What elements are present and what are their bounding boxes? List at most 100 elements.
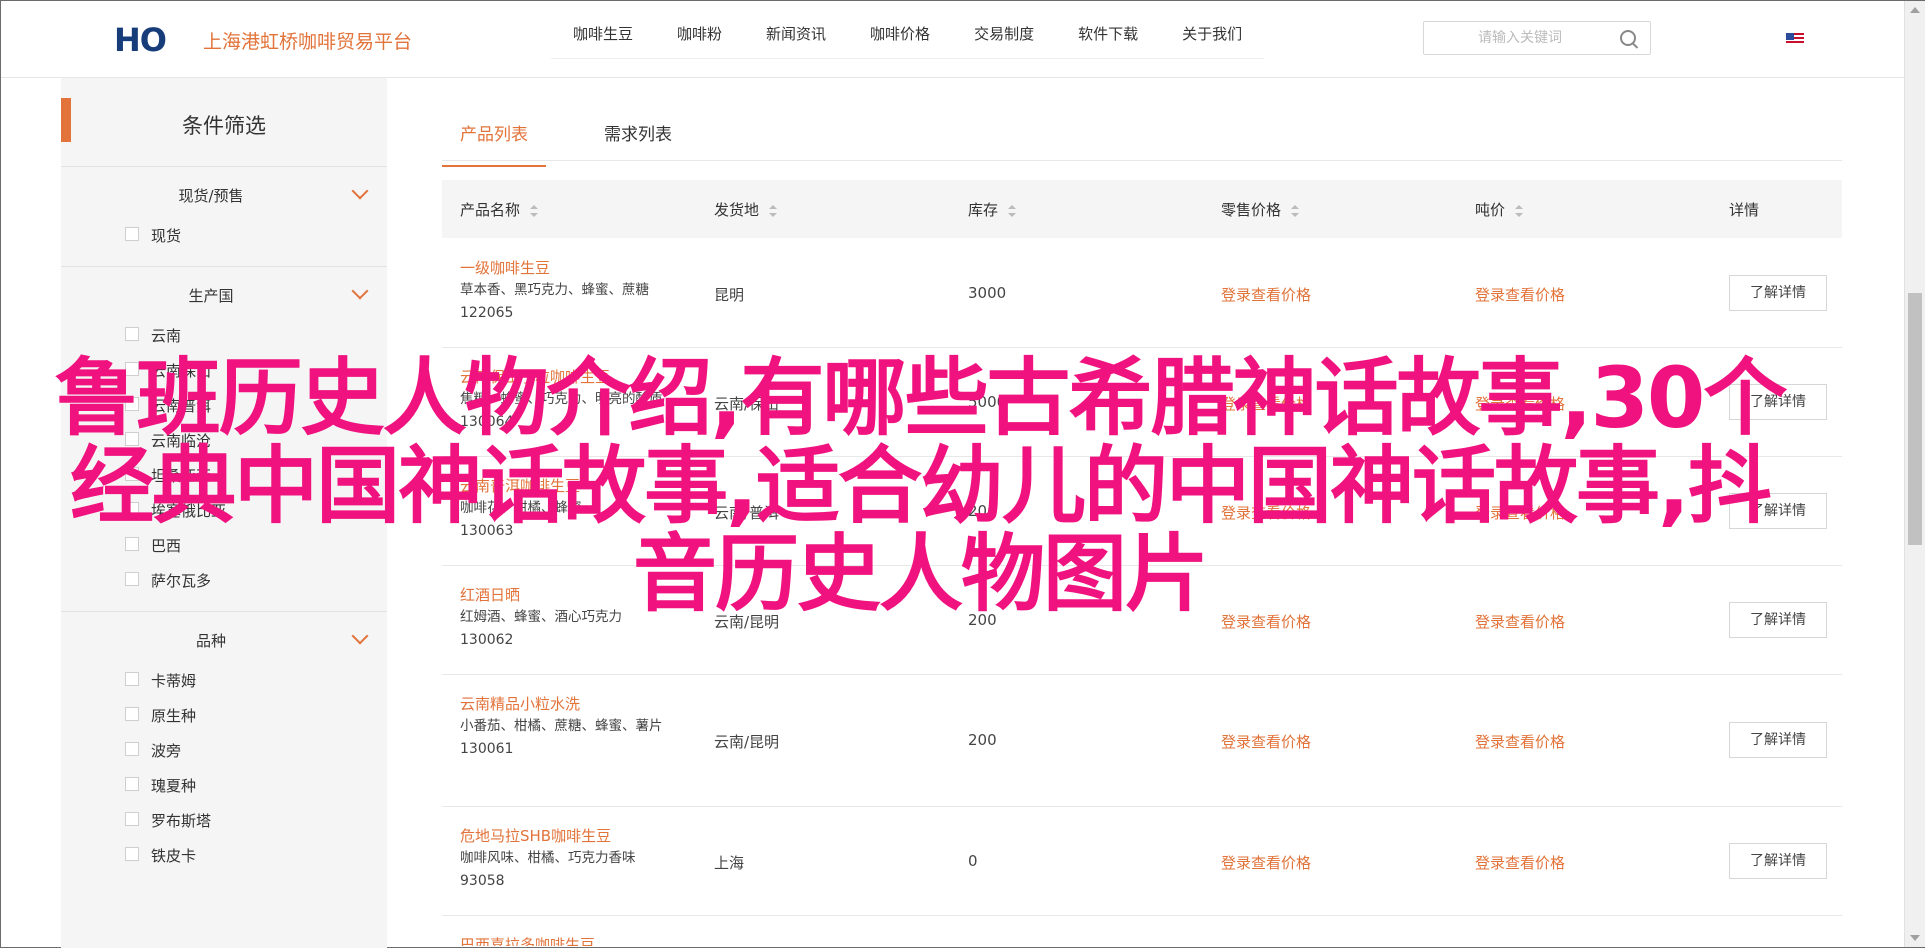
site-name[interactable]: 上海港虹桥咖啡贸易平台 <box>203 27 412 54</box>
main-nav: 咖啡生豆 咖啡粉 新闻资讯 咖啡价格 交易制度 软件下载 关于我们 <box>551 23 1265 59</box>
product-flavor-notes: 小番茄、柑橘、蔗糖、蜂蜜、薯片 <box>460 718 663 734</box>
checkbox[interactable] <box>125 742 139 756</box>
product-cell: 一级咖啡生豆 草本香、黑巧克力、蜂蜜、蔗糖 122065 <box>460 257 680 325</box>
filter-option[interactable]: 瑰夏种 <box>61 769 387 804</box>
login-to-view-ton-price-link[interactable]: 登录查看价格 <box>1475 731 1565 752</box>
details-button[interactable]: 了解详情 <box>1729 275 1827 311</box>
filter-option-label: 波旁 <box>151 742 182 760</box>
filter-option[interactable]: 波旁 <box>61 734 387 769</box>
origin-cell: 上海 <box>714 854 745 872</box>
sort-icon[interactable] <box>1515 204 1524 217</box>
sort-icon[interactable] <box>1291 204 1300 217</box>
login-to-view-retail-price-link[interactable]: 登录查看价格 <box>1221 731 1311 752</box>
search-box <box>1423 21 1651 55</box>
checkbox[interactable] <box>125 227 139 241</box>
login-to-view-ton-price-link[interactable]: 登录查看价格 <box>1475 852 1565 873</box>
login-to-view-ton-price-link[interactable]: 登录查看价格 <box>1475 284 1565 305</box>
filter-option-label: 卡蒂姆 <box>151 672 197 690</box>
scroll-down-icon[interactable] <box>1910 935 1920 941</box>
product-cell: 危地马拉SHB咖啡生豆 咖啡风味、柑橘、巧克力香味 93058 <box>460 825 680 893</box>
filter-option-label: 铁皮卡 <box>151 847 197 865</box>
filter-group-variety: 品种 卡蒂姆 原生种 波旁 瑰夏种 罗布斯塔 铁皮卡 <box>61 612 387 874</box>
table-header: 产品名称 发货地 库存 零售价格 吨价 详情 <box>442 180 1842 238</box>
nav-item-coffee-powder[interactable]: 咖啡粉 <box>677 23 722 44</box>
product-cell: 云南精品小粒水洗 小番茄、柑橘、蔗糖、蜂蜜、薯片 130061 <box>460 693 680 761</box>
filter-option-label: 罗布斯塔 <box>151 812 212 830</box>
details-button[interactable]: 了解详情 <box>1729 843 1827 879</box>
table-row: 危地马拉SHB咖啡生豆 咖啡风味、柑橘、巧克力香味 93058 上海 0 登录查… <box>442 807 1842 916</box>
column-header-stock[interactable]: 库存 <box>968 199 1017 220</box>
sort-icon[interactable] <box>1008 204 1017 217</box>
site-header: HO 上海港虹桥咖啡贸易平台 咖啡生豆 咖啡粉 新闻资讯 咖啡价格 交易制度 软… <box>1 1 1904 78</box>
filter-option[interactable]: 罗布斯塔 <box>61 804 387 839</box>
tab-product-list[interactable]: 产品列表 <box>442 120 546 167</box>
filter-group-label: 现货/预售 <box>178 187 244 205</box>
product-code: 130062 <box>460 632 514 648</box>
vertical-scrollbar[interactable] <box>1904 1 1925 947</box>
filter-option-label: 现货 <box>151 227 182 245</box>
filter-option-label: 云南 <box>151 327 182 345</box>
filter-title-block: 条件筛选 <box>61 78 387 167</box>
checkbox[interactable] <box>125 812 139 826</box>
column-header-retail-price[interactable]: 零售价格 <box>1221 199 1300 220</box>
column-header-details: 详情 <box>1729 201 1760 219</box>
column-header-ton-price[interactable]: 吨价 <box>1475 199 1524 220</box>
nav-item-trading-rules[interactable]: 交易制度 <box>974 23 1034 44</box>
filter-title: 条件筛选 <box>182 114 266 138</box>
nav-item-news[interactable]: 新闻资讯 <box>766 23 826 44</box>
filter-option[interactable]: 卡蒂姆 <box>61 664 387 699</box>
product-code: 122065 <box>460 305 514 321</box>
product-name-link[interactable]: 巴西喜拉多咖啡生豆 <box>460 934 595 946</box>
product-cell: 巴西喜拉多咖啡生豆 <box>460 934 595 946</box>
product-name-link[interactable]: 危地马拉SHB咖啡生豆 <box>460 825 680 847</box>
product-flavor-notes: 草本香、黑巧克力、蜂蜜、蔗糖 <box>460 282 649 298</box>
filter-group-availability: 现货/预售 现货 <box>61 167 387 267</box>
origin-cell: 昆明 <box>714 286 745 304</box>
origin-cell: 云南/昆明 <box>714 733 780 751</box>
checkbox[interactable] <box>125 847 139 861</box>
table-row: 云南精品小粒水洗 小番茄、柑橘、蔗糖、蜂蜜、薯片 130061 云南/昆明 20… <box>442 675 1842 807</box>
filter-option[interactable]: 现货 <box>61 219 387 254</box>
login-to-view-retail-price-link[interactable]: 登录查看价格 <box>1221 852 1311 873</box>
site-logo[interactable]: HO <box>114 21 167 59</box>
nav-item-prices[interactable]: 咖啡价格 <box>870 23 930 44</box>
product-flavor-notes: 咖啡风味、柑橘、巧克力香味 <box>460 850 636 866</box>
scroll-up-icon[interactable] <box>1910 7 1920 13</box>
checkbox[interactable] <box>125 672 139 686</box>
login-to-view-retail-price-link[interactable]: 登录查看价格 <box>1221 284 1311 305</box>
product-name-link[interactable]: 云南精品小粒水洗 <box>460 693 680 715</box>
filter-option-label: 瑰夏种 <box>151 777 197 795</box>
filter-option[interactable]: 铁皮卡 <box>61 839 387 874</box>
filter-group-label: 品种 <box>195 632 226 650</box>
sort-icon[interactable] <box>769 204 778 217</box>
nav-item-downloads[interactable]: 软件下载 <box>1078 23 1138 44</box>
stock-cell: 3000 <box>968 284 1007 302</box>
product-name-link[interactable]: 一级咖啡生豆 <box>460 257 680 279</box>
column-header-origin[interactable]: 发货地 <box>714 199 778 220</box>
stock-cell: 200 <box>968 731 997 749</box>
search-icon[interactable] <box>1620 30 1636 46</box>
checkbox[interactable] <box>125 777 139 791</box>
filter-option[interactable]: 原生种 <box>61 699 387 734</box>
filter-group-header[interactable]: 品种 <box>61 612 387 664</box>
overlay-headline: 鲁班历史人物介绍,有哪些古希腊神话故事,30个经典中国神话故事,适合幼儿的中国神… <box>54 349 1788 623</box>
table-row: 一级咖啡生豆 草本香、黑巧克力、蜂蜜、蔗糖 122065 昆明 3000 登录查… <box>442 239 1842 348</box>
filter-group-header[interactable]: 现货/预售 <box>61 167 387 219</box>
scrollbar-thumb[interactable] <box>1908 293 1922 545</box>
product-code: 93058 <box>460 873 505 889</box>
checkbox[interactable] <box>125 707 139 721</box>
filter-option-label: 原生种 <box>151 707 197 725</box>
tab-demand-list[interactable]: 需求列表 <box>604 120 672 145</box>
nav-item-about[interactable]: 关于我们 <box>1182 23 1242 44</box>
sort-icon[interactable] <box>530 204 539 217</box>
search-input[interactable] <box>1476 29 1610 47</box>
list-tabs: 产品列表 需求列表 <box>442 100 1842 167</box>
details-button[interactable]: 了解详情 <box>1729 722 1827 758</box>
us-flag-icon[interactable] <box>1786 33 1804 45</box>
column-header-name[interactable]: 产品名称 <box>460 199 539 220</box>
stock-cell: 0 <box>968 852 978 870</box>
nav-item-green-beans[interactable]: 咖啡生豆 <box>573 23 633 44</box>
product-code: 130061 <box>460 741 514 757</box>
filter-group-header[interactable]: 生产国 <box>61 267 387 319</box>
checkbox[interactable] <box>125 327 139 341</box>
